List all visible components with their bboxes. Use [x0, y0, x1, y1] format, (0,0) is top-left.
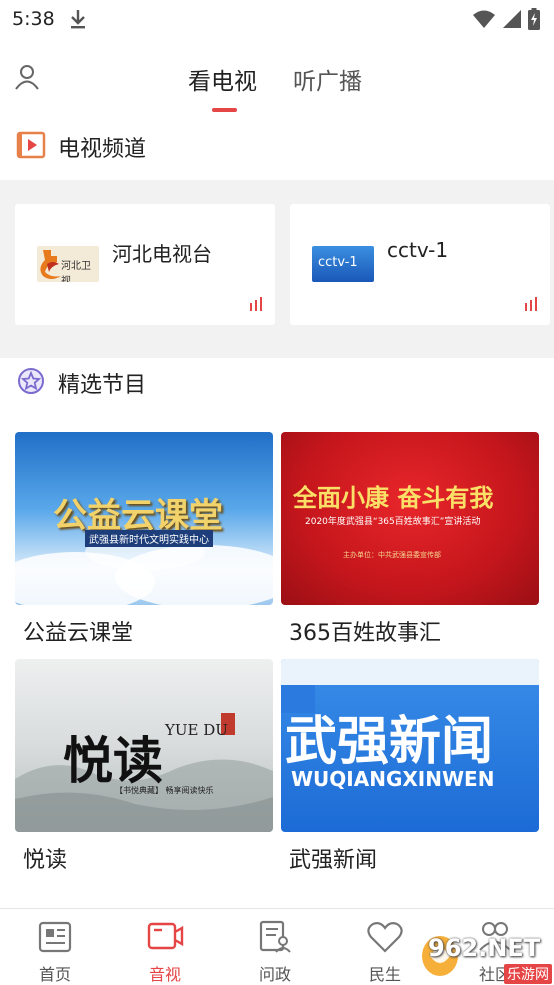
watermark-sub: 乐游网 — [504, 964, 552, 984]
star-badge-icon — [16, 366, 46, 400]
section-title: 电视频道 — [58, 137, 147, 162]
program-thumbnail: 全面小康 奋斗有我 2020年度武强县“365百姓故事汇”宣讲活动 主办单位：中… — [281, 432, 539, 605]
program-card-yuedu[interactable]: 悦读 YUE DU 【书悦典藏】 畅享阅读快乐 悦读 — [15, 659, 273, 874]
download-icon — [68, 8, 88, 34]
section-tv-channels: 电视频道 — [0, 122, 554, 172]
nav-home[interactable]: 首页 — [0, 909, 110, 985]
thumb-subtitle: 【书悦典藏】 畅享阅读快乐 — [115, 786, 214, 795]
section-featured: 精选节目 — [0, 358, 554, 408]
channel-name: cctv-1 — [387, 238, 449, 262]
nav-label: 音视 — [148, 965, 181, 984]
watermark-text: 962.NET — [428, 934, 541, 962]
user-profile-icon[interactable] — [14, 64, 40, 94]
section-title: 精选节目 — [58, 373, 147, 398]
nav-label: 问政 — [258, 965, 291, 984]
wifi-icon — [472, 9, 496, 33]
news-icon — [0, 919, 110, 955]
cctv1-logo-text: cctv-1 — [318, 255, 358, 270]
nav-video[interactable]: 音视 — [110, 909, 220, 985]
watermark-logo: 962.NET 乐游网 — [420, 930, 554, 984]
nav-inquiry[interactable]: 问政 — [220, 909, 330, 985]
program-thumbnail: 公益云课堂 武强县新时代文明实践中心 — [15, 432, 273, 605]
status-bar: 5:38 — [0, 0, 554, 38]
thumb-organizer: 主办单位：中共武强县委宣传部 — [343, 551, 441, 559]
program-card-gongyi[interactable]: 公益云课堂 武强县新时代文明实践中心 公益云课堂 — [15, 432, 273, 647]
thumb-title: 悦读 — [63, 731, 163, 790]
program-title: 武强新闻 — [289, 848, 378, 873]
audio-bars-icon — [524, 296, 538, 315]
document-user-icon — [220, 919, 330, 955]
channel-name: 河北电视台 — [112, 242, 212, 266]
tab-listen-radio[interactable]: 听广播 — [293, 62, 362, 96]
program-title: 悦读 — [23, 848, 68, 873]
channel-card-hebei[interactable]: 河北卫视 河北电视台 — [15, 204, 275, 325]
top-header: 看电视 听广播 — [0, 38, 554, 118]
tv-play-icon — [16, 131, 46, 163]
audio-bars-icon — [249, 296, 263, 315]
video-icon — [110, 919, 220, 955]
program-card-365[interactable]: 全面小康 奋斗有我 2020年度武强县“365百姓故事汇”宣讲活动 主办单位：中… — [281, 432, 539, 647]
program-thumbnail: 武强新闻 WUQIANGXINWEN — [281, 659, 539, 832]
program-card-wuqiang-news[interactable]: 武强新闻 WUQIANGXINWEN 武强新闻 — [281, 659, 539, 874]
section-divider — [0, 346, 554, 358]
thumb-en-title: YUE DU — [165, 721, 228, 739]
battery-icon — [528, 8, 540, 34]
thumb-subtitle: 武强县新时代文明实践中心 — [85, 530, 213, 547]
thumb-subtitle: 2020年度武强县“365百姓故事汇”宣讲活动 — [305, 517, 481, 527]
active-tab-indicator — [212, 108, 237, 112]
program-title: 公益云课堂 — [23, 621, 134, 646]
thumb-title: 全面小康 奋斗有我 — [293, 483, 494, 512]
program-title: 365百姓故事汇 — [289, 621, 441, 646]
hebei-tv-logo: 河北卫视 — [37, 246, 99, 282]
thumb-title: 武强新闻 — [285, 712, 494, 772]
hebei-logo-text: 河北卫视 — [61, 261, 91, 282]
channel-card-cctv1[interactable]: cctv-1 cctv-1 — [290, 204, 550, 325]
tab-watch-tv[interactable]: 看电视 — [188, 62, 257, 96]
status-time: 5:38 — [12, 8, 55, 30]
thumb-subtitle: WUQIANGXINWEN — [291, 767, 495, 791]
nav-label: 首页 — [38, 965, 71, 984]
signal-icon — [502, 9, 522, 33]
program-thumbnail: 悦读 YUE DU 【书悦典藏】 畅享阅读快乐 — [15, 659, 273, 832]
cctv1-logo: cctv-1 — [312, 246, 374, 282]
